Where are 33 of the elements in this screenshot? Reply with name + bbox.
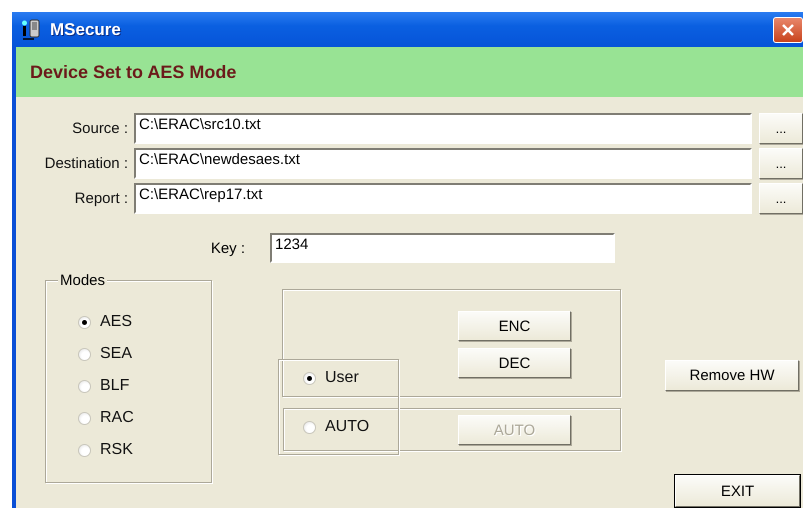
radio-button[interactable] — [78, 444, 91, 456]
radio-label: RAC — [100, 409, 134, 427]
path-field[interactable]: C:\ERAC\src10.txt — [134, 113, 752, 144]
radio-label: AES — [100, 313, 132, 331]
status-banner: Device Set to AES Mode — [16, 47, 803, 97]
radio-label: BLF — [100, 377, 130, 395]
radio-button[interactable] — [78, 316, 91, 328]
radio-button[interactable] — [303, 372, 316, 384]
close-button[interactable] — [773, 16, 803, 42]
field-label: Source : — [71, 120, 128, 137]
key-label: Key : — [210, 240, 245, 256]
field-label: Report : — [74, 190, 128, 207]
browse-button[interactable]: ... — [759, 183, 803, 214]
radio-label: SEA — [100, 345, 132, 363]
remove-button[interactable]: Remove HW — [665, 360, 799, 391]
radio-button[interactable] — [78, 380, 91, 392]
radio-button[interactable] — [303, 420, 316, 434]
action-button[interactable]: DEC — [458, 348, 571, 378]
radio-label: User — [325, 369, 359, 387]
field-label: Destination : — [44, 155, 128, 172]
action-button[interactable]: ENC — [458, 311, 571, 341]
browse-button[interactable]: ... — [759, 148, 803, 179]
path-field[interactable]: C:\ERAC\rep17.txt — [134, 183, 752, 214]
close-icon — [781, 22, 795, 36]
exit-button[interactable]: EXIT — [675, 475, 800, 507]
window-title: MSecure — [50, 20, 121, 40]
key-field[interactable]: 1234 — [270, 233, 615, 263]
path-field[interactable]: C:\ERAC\newdesaes.txt — [134, 148, 752, 179]
browse-button[interactable]: ... — [759, 113, 803, 144]
radio-label: AUTO — [325, 418, 370, 436]
radio-button[interactable] — [78, 348, 91, 360]
radio-button[interactable] — [78, 412, 91, 424]
radio-label: RSK — [100, 441, 133, 459]
